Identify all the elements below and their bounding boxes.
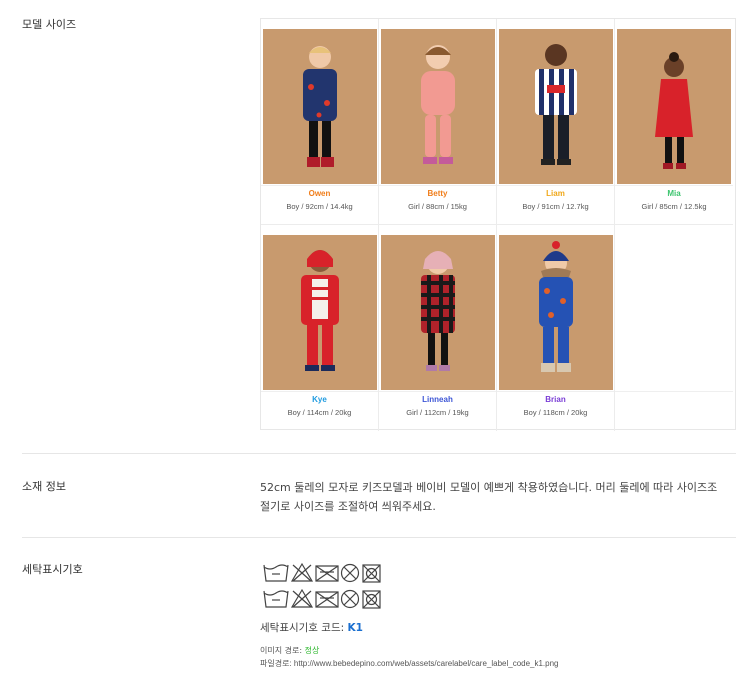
model-name-kye: Kye — [312, 395, 327, 404]
model-card-brian: Brian Boy / 118cm / 20kg — [497, 225, 615, 431]
model-photo-betty — [381, 29, 495, 184]
model-card-mia: Mia Girl / 85cm / 12.5kg — [615, 19, 733, 225]
model-photo-owen — [263, 29, 377, 184]
model-photo-linneah — [381, 235, 495, 390]
model-photo-brian — [499, 235, 613, 390]
care-symbols — [263, 562, 381, 609]
care-code: 세탁표시기호 코드: K1 — [260, 620, 363, 635]
model-card-owen: Owen Boy / 92cm / 14.4kg — [261, 19, 379, 225]
material-text: 52cm 둘레의 모자로 키즈모델과 베이비 모델이 예쁘게 착용하였습니다. … — [260, 481, 718, 513]
model-size-mia: Girl / 85cm / 12.5kg — [641, 202, 707, 211]
model-card-betty: Betty Girl / 88cm / 15kg — [379, 19, 497, 225]
image-path-status: 이미지 경로: 정상 — [260, 645, 319, 656]
model-name-owen: Owen — [308, 189, 331, 198]
model-photo-liam — [499, 29, 613, 184]
material-label: 소재 정보 — [22, 480, 66, 493]
no-tumble-dry-icon — [315, 565, 339, 582]
model-size-kye: Boy / 114cm / 20kg — [287, 408, 352, 417]
model-photo-mia — [617, 29, 731, 184]
section-divider — [22, 453, 736, 454]
image-path-ok: 정상 — [304, 646, 320, 655]
model-size-linneah: Girl / 112cm / 19kg — [406, 408, 469, 417]
no-dry-clean-icon — [340, 563, 360, 583]
model-size-label: 모델 사이즈 — [22, 18, 77, 31]
file-path: 파일경로: http://www.bebedepino.com/web/asse… — [260, 658, 559, 669]
model-name-brian: Brian — [545, 395, 566, 404]
image-path-label: 이미지 경로: — [260, 646, 305, 655]
care-code-value: K1 — [347, 622, 363, 634]
file-path-label: 파일경로: — [260, 659, 294, 668]
no-bleach-icon — [290, 562, 314, 582]
model-card-linneah: Linneah Girl / 112cm / 19kg — [379, 225, 497, 431]
model-name-linneah: Linneah — [422, 395, 453, 404]
model-card-liam: Liam Boy / 91cm / 12.7kg — [497, 19, 615, 225]
model-name-liam: Liam — [546, 189, 565, 198]
model-name-mia: Mia — [667, 189, 681, 198]
hand-wash-icon — [263, 564, 289, 582]
model-size-owen: Boy / 92cm / 14.4kg — [286, 202, 353, 211]
care-label-title: 세탁표시기호 — [22, 563, 83, 576]
model-size-liam: Boy / 91cm / 12.7kg — [522, 202, 589, 211]
file-path-url: http://www.bebedepino.com/web/assets/car… — [293, 659, 559, 668]
model-card-empty — [615, 225, 733, 431]
model-size-grid: Owen Boy / 92cm / 14.4kg Betty Girl / 88… — [260, 18, 736, 431]
section-divider — [22, 537, 736, 538]
model-photo-kye — [263, 235, 377, 390]
model-size-brian: Boy / 118cm / 20kg — [523, 408, 588, 417]
model-card-kye: Kye Boy / 114cm / 20kg — [261, 225, 379, 431]
model-size-betty: Girl / 88cm / 15kg — [408, 202, 467, 211]
no-iron-icon — [362, 564, 381, 583]
model-name-betty: Betty — [427, 189, 448, 198]
care-label-image — [262, 562, 402, 618]
care-code-prefix: 세탁표시기호 코드: — [260, 622, 348, 634]
